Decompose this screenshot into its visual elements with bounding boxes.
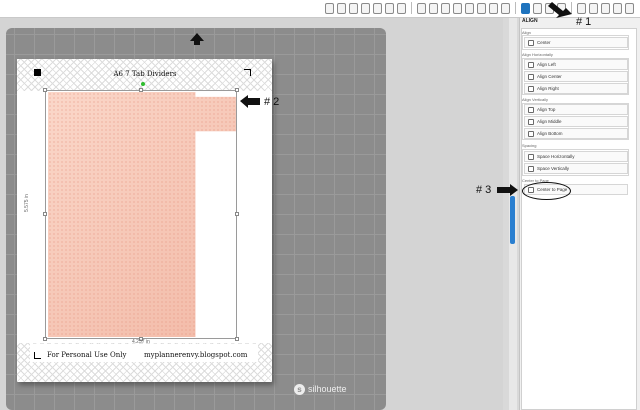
callout-arrow-2-icon	[240, 95, 260, 108]
callout-arrow-1-icon	[548, 2, 572, 18]
callout-label-1: # 1	[576, 16, 592, 28]
callout-label-3: # 3	[476, 184, 492, 196]
callout-label-2: # 2	[264, 96, 280, 108]
callout-arrow-3-icon	[497, 184, 518, 196]
callout-arrows	[240, 2, 572, 196]
